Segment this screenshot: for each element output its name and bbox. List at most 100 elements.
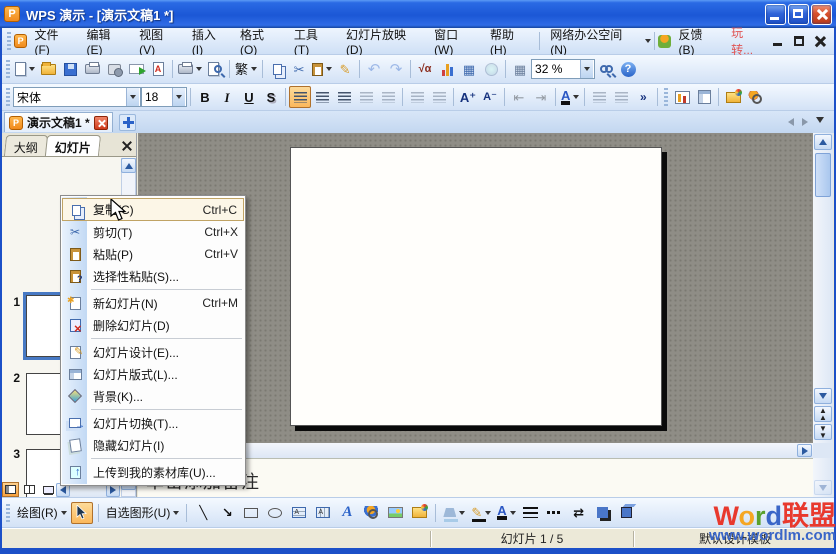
text-shadow-button[interactable]: S — [260, 86, 282, 108]
font-size-dropdown[interactable] — [172, 88, 185, 106]
menu-item-upload-material[interactable]: ↑ 上传到我的素材库(U)... — [62, 461, 244, 483]
tc-convert-button[interactable]: 繁 — [233, 58, 259, 80]
insert-diagram-button[interactable] — [360, 502, 382, 524]
font-dropdown[interactable] — [126, 88, 139, 106]
font-name-input[interactable] — [14, 89, 126, 105]
font-combo[interactable] — [13, 87, 141, 107]
format-painter-button[interactable]: ✎ — [334, 58, 356, 80]
tab-list-button[interactable] — [816, 117, 824, 127]
package-button[interactable] — [103, 58, 125, 80]
find-button[interactable] — [595, 58, 617, 80]
toolbar-grip[interactable] — [6, 60, 10, 78]
redo-button[interactable]: ↷ — [385, 58, 407, 80]
toolbar-grip[interactable] — [664, 88, 668, 106]
tab-scroll-right-button[interactable] — [802, 118, 808, 126]
copy-button[interactable] — [266, 58, 288, 80]
toolbar-overflow-button[interactable]: » — [632, 86, 654, 108]
3d-style-button[interactable] — [616, 502, 638, 524]
wordart-button[interactable]: A — [336, 502, 358, 524]
zoom-dropdown[interactable] — [580, 60, 593, 78]
tab-close-button[interactable] — [94, 116, 108, 130]
align-left-button[interactable] — [289, 86, 311, 108]
menu-slideshow[interactable]: 幻灯片放映(D) — [339, 23, 427, 60]
doc-restore-button[interactable] — [792, 35, 807, 48]
print-button[interactable] — [176, 58, 204, 80]
next-slide-button[interactable]: ▼▼ — [814, 424, 832, 440]
help-button[interactable]: ? — [617, 58, 639, 80]
demote-button[interactable] — [610, 86, 632, 108]
zoom-input[interactable] — [532, 61, 580, 77]
document-tab[interactable]: P 演示文稿1 * — [4, 112, 113, 132]
menu-item-new-slide[interactable]: ✱ 新幻灯片(N) Ctrl+M — [62, 292, 244, 314]
fill-color-button[interactable] — [441, 502, 467, 524]
doc-minimize-button[interactable] — [771, 35, 786, 48]
numbered-list-button[interactable] — [406, 86, 428, 108]
gridlines-button[interactable]: ▦ — [509, 58, 531, 80]
slide-design-task-button[interactable] — [671, 86, 693, 108]
font-size-combo[interactable] — [141, 87, 187, 107]
doc-close-button[interactable] — [813, 35, 828, 48]
notes-scroll-down-button[interactable] — [814, 480, 832, 495]
select-objects-button[interactable] — [71, 502, 93, 524]
tab-scroll-left-button[interactable] — [788, 118, 794, 126]
slide-editing-area[interactable] — [290, 147, 662, 426]
menu-item-hide-slide[interactable]: 隐藏幻灯片(I) — [62, 434, 244, 456]
formula-button[interactable]: √α — [414, 58, 436, 80]
new-button[interactable] — [13, 58, 37, 80]
table-button[interactable]: ▦ — [458, 58, 480, 80]
menu-item-slide-layout[interactable]: 幻灯片版式(L)... — [62, 363, 244, 385]
panel-scroll-up-button[interactable] — [121, 158, 136, 173]
insert-picture-button[interactable] — [384, 502, 406, 524]
promote-button[interactable] — [588, 86, 610, 108]
font-color-button[interactable]: A — [559, 86, 581, 108]
slide-sorter-view-button[interactable] — [21, 482, 38, 497]
toolbar-grip[interactable] — [6, 88, 10, 106]
main-scroll-thumb[interactable] — [815, 153, 831, 197]
restore-button[interactable] — [788, 4, 809, 25]
undo-button[interactable]: ↶ — [363, 58, 385, 80]
justify-button[interactable] — [355, 86, 377, 108]
arrow-style-button[interactable]: ⇄ — [568, 502, 590, 524]
menu-item-slide-design[interactable]: ✎ 幻灯片设计(E)... — [62, 341, 244, 363]
menu-item-slide-transition[interactable]: → 幻灯片切换(T)... — [62, 412, 244, 434]
panel-close-button[interactable] — [121, 140, 133, 152]
distribute-button[interactable] — [377, 86, 399, 108]
main-scroll-up-button[interactable] — [814, 134, 832, 150]
menu-item-copy[interactable]: 复制(C) Ctrl+C — [62, 198, 244, 221]
menu-item-delete-slide[interactable]: × 删除幻灯片(D) — [62, 314, 244, 336]
menu-insert[interactable]: 插入(I) — [185, 23, 233, 60]
paste-button[interactable] — [310, 58, 334, 80]
italic-button[interactable]: I — [216, 86, 238, 108]
insert-clipart-button[interactable] — [408, 502, 430, 524]
menu-tools[interactable]: 工具(T) — [287, 23, 339, 60]
menu-item-paste-special[interactable]: ? 选择性粘贴(S)... — [62, 265, 244, 287]
new-tab-button[interactable] — [119, 114, 136, 131]
menu-item-background[interactable]: 背景(K)... — [62, 385, 244, 407]
tab-outline[interactable]: 大纲 — [4, 135, 48, 156]
oval-tool-button[interactable] — [264, 502, 286, 524]
main-scroll-right-button[interactable] — [797, 444, 812, 457]
send-mail-button[interactable] — [125, 58, 147, 80]
toolbar-grip[interactable] — [7, 32, 11, 50]
dash-style-button[interactable] — [544, 502, 566, 524]
toolbar-grip[interactable] — [6, 504, 10, 522]
decrease-indent-button[interactable]: ⇤ — [508, 86, 530, 108]
chart-button[interactable] — [436, 58, 458, 80]
menu-network-office[interactable]: 网络办公空间(N) — [543, 23, 643, 60]
cut-button[interactable]: ✂ — [288, 58, 310, 80]
material-library-button[interactable] — [722, 86, 744, 108]
draw-menu-button[interactable]: 绘图(R) — [15, 502, 69, 524]
search-person-button[interactable] — [744, 86, 766, 108]
increase-font-button[interactable]: A⁺ — [457, 86, 479, 108]
line-color-button[interactable]: ✎ — [469, 502, 493, 524]
menu-item-cut[interactable]: ✂ 剪切(T) Ctrl+X — [62, 221, 244, 243]
bullet-list-button[interactable] — [428, 86, 450, 108]
close-button[interactable] — [811, 4, 832, 25]
zoom-combo[interactable] — [531, 59, 595, 79]
print-preview-button[interactable] — [204, 58, 226, 80]
slide-layout-task-button[interactable] — [693, 86, 715, 108]
hyperlink-button[interactable] — [480, 58, 502, 80]
align-center-button[interactable] — [311, 86, 333, 108]
font-size-input[interactable] — [142, 89, 172, 105]
menu-item-paste[interactable]: 粘贴(P) Ctrl+V — [62, 243, 244, 265]
